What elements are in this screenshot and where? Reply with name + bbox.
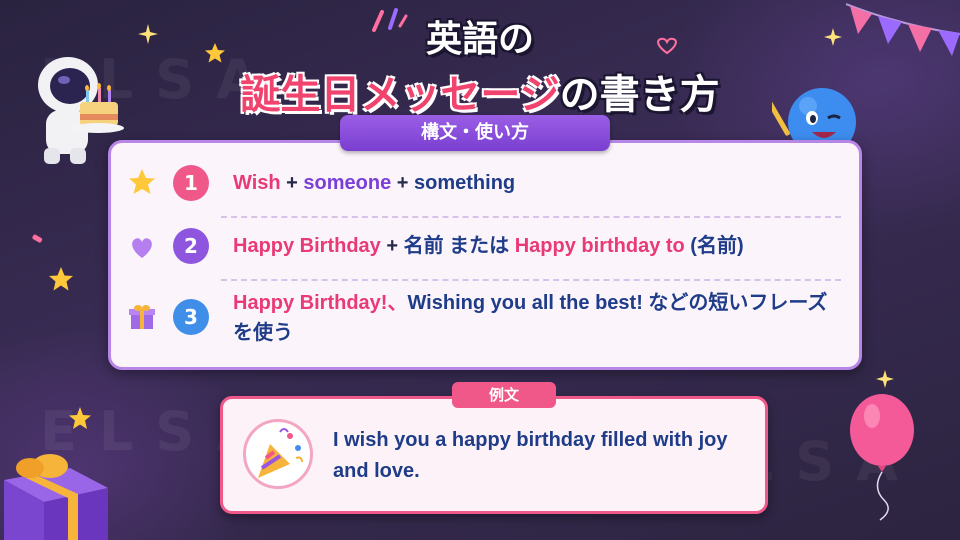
step-number: 3 <box>173 299 209 335</box>
gift-box-icon <box>4 454 108 540</box>
example-card: I wish you a happy birthday filled with … <box>220 396 768 514</box>
heart-icon <box>132 238 152 258</box>
star-icon <box>129 169 155 194</box>
page-title-line-2: 誕生日メッセージの書き方 <box>0 62 960 120</box>
structure-text: Wish + someone + something <box>233 172 516 194</box>
confetti-icon <box>32 234 43 243</box>
page-title-line-1: 英語の <box>425 19 534 60</box>
divider <box>221 216 841 218</box>
structure-text: Happy Birthday + 名前 または Happy birthday t… <box>233 235 744 257</box>
step-number: 1 <box>173 165 209 201</box>
star-icon <box>49 267 73 291</box>
party-popper-icon <box>258 428 303 478</box>
structure-tab-label: 構文・使い方 <box>340 115 610 151</box>
star-icon <box>69 407 91 429</box>
balloon-icon <box>850 394 914 521</box>
title-rest: の書き方 <box>559 72 720 118</box>
example-tab-label: 例文 <box>452 382 556 408</box>
structure-text: Happy Birthday!、Wishing you all the best… <box>233 292 828 344</box>
divider <box>221 279 841 281</box>
gift-icon <box>129 305 155 329</box>
sparkle-icon <box>876 370 894 388</box>
step-number: 2 <box>173 228 209 264</box>
example-sentence: I wish you a happy birthday filled with … <box>333 429 728 482</box>
structure-card: 1 Wish + someone + something 2 Happy Bir… <box>108 140 862 370</box>
party-popper-icon <box>243 419 313 489</box>
title-highlight: 誕生日メッセージ <box>240 72 560 118</box>
